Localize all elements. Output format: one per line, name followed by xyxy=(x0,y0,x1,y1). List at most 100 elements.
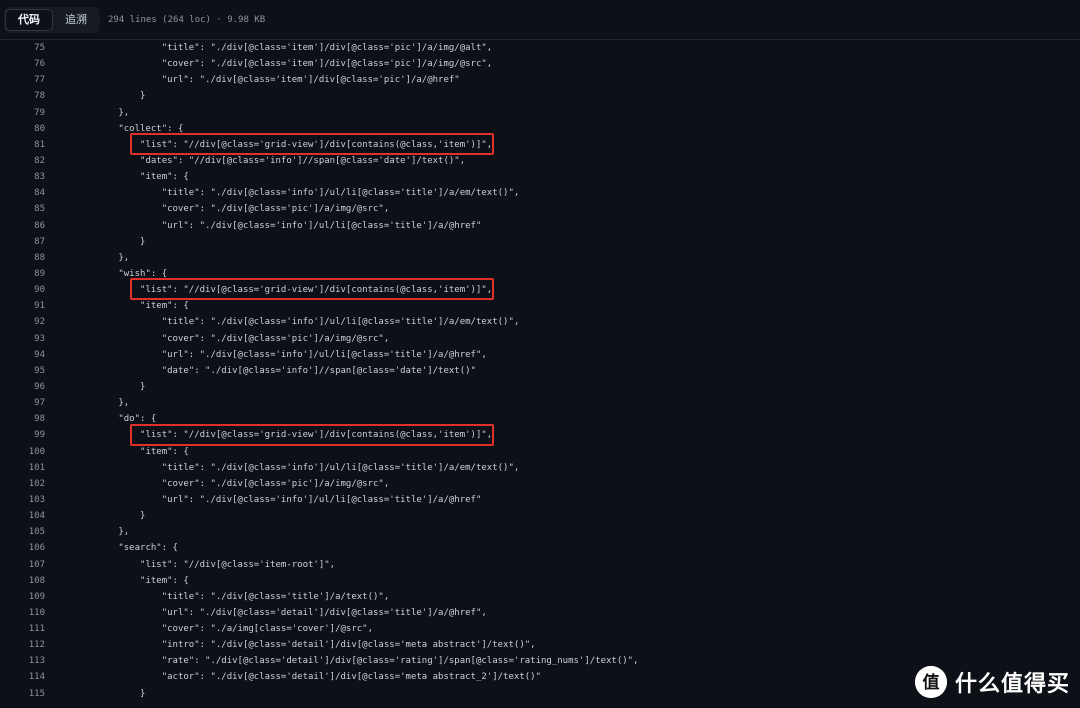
line-source: "do": { xyxy=(75,414,157,425)
line-number[interactable]: 82 xyxy=(0,153,45,169)
file-toolbar: 代码 追溯 294 lines (264 loc) · 9.98 KB xyxy=(0,0,1080,40)
watermark: 值 什么值得买 xyxy=(914,666,1070,698)
line-source: "cover": "./a/img[class='cover']/@src", xyxy=(75,624,374,635)
line-source: "collect": { xyxy=(75,123,184,134)
code-line: 95 "date": "./div[@class='info']//span[@… xyxy=(0,363,1080,379)
line-source: "actor": "./div[@class='detail']/div[@cl… xyxy=(75,672,541,683)
line-source: "url": "./div[@class='item']/div[@class=… xyxy=(75,75,460,86)
line-source: }, xyxy=(75,252,130,263)
line-number[interactable]: 96 xyxy=(0,379,45,395)
line-number[interactable]: 92 xyxy=(0,314,45,330)
line-number[interactable]: 87 xyxy=(0,234,45,250)
line-number[interactable]: 106 xyxy=(0,540,45,556)
line-number[interactable]: 109 xyxy=(0,589,45,605)
tab-blame[interactable]: 追溯 xyxy=(53,9,99,31)
line-number[interactable]: 102 xyxy=(0,476,45,492)
line-source: "date": "./div[@class='info']//span[@cla… xyxy=(75,365,476,376)
line-number[interactable]: 97 xyxy=(0,395,45,411)
line-number[interactable]: 88 xyxy=(0,250,45,266)
line-source: "list": "//div[@class='grid-view']/div[c… xyxy=(75,285,493,296)
line-number[interactable]: 101 xyxy=(0,460,45,476)
line-source: "cover": "./div[@class='item']/div[@clas… xyxy=(75,59,493,70)
code-line: 112 "intro": "./div[@class='detail']/div… xyxy=(0,637,1080,653)
line-number[interactable]: 90 xyxy=(0,282,45,298)
line-number[interactable]: 83 xyxy=(0,169,45,185)
code-line: 91 "item": { xyxy=(0,298,1080,314)
code-line: 85 "cover": "./div[@class='pic']/a/img/@… xyxy=(0,201,1080,217)
line-number[interactable]: 76 xyxy=(0,56,45,72)
line-source: "item": { xyxy=(75,301,189,312)
code-line: 75 "title": "./div[@class='item']/div[@c… xyxy=(0,40,1080,56)
line-number[interactable]: 89 xyxy=(0,266,45,282)
line-number[interactable]: 86 xyxy=(0,218,45,234)
line-number[interactable]: 103 xyxy=(0,492,45,508)
line-number[interactable]: 94 xyxy=(0,347,45,363)
line-number[interactable]: 115 xyxy=(0,686,45,702)
line-number[interactable]: 105 xyxy=(0,524,45,540)
line-number[interactable]: 79 xyxy=(0,105,45,121)
line-number[interactable]: 111 xyxy=(0,621,45,637)
line-number[interactable]: 91 xyxy=(0,298,45,314)
line-number[interactable]: 80 xyxy=(0,121,45,137)
line-source: "url": "./div[@class='info']/ul/li[@clas… xyxy=(75,349,487,360)
code-line: 98 "do": { xyxy=(0,411,1080,427)
line-source: "title": "./div[@class='info']/ul/li[@cl… xyxy=(75,188,520,199)
line-source: "item": { xyxy=(75,172,189,183)
line-number[interactable]: 100 xyxy=(0,444,45,460)
line-source: "cover": "./div[@class='pic']/a/img/@src… xyxy=(75,333,390,344)
line-source: "item": { xyxy=(75,575,189,586)
code-line: 77 "url": "./div[@class='item']/div[@cla… xyxy=(0,72,1080,88)
line-number[interactable]: 81 xyxy=(0,137,45,153)
line-number[interactable]: 113 xyxy=(0,653,45,669)
code-line: 84 "title": "./div[@class='info']/ul/li[… xyxy=(0,185,1080,201)
code-line: 105 }, xyxy=(0,524,1080,540)
line-number[interactable]: 108 xyxy=(0,573,45,589)
line-number[interactable]: 104 xyxy=(0,508,45,524)
line-source: } xyxy=(75,236,146,247)
code-line: 78 } xyxy=(0,88,1080,104)
line-source: "list": "//div[@class='grid-view']/div[c… xyxy=(75,430,493,441)
tab-code[interactable]: 代码 xyxy=(5,8,53,31)
file-info: 294 lines (264 loc) · 9.98 KB xyxy=(108,14,266,25)
line-number[interactable]: 75 xyxy=(0,40,45,56)
line-source: "rate": "./div[@class='detail']/div[@cla… xyxy=(75,656,639,667)
code-line: 92 "title": "./div[@class='info']/ul/li[… xyxy=(0,314,1080,330)
line-source: "title": "./div[@class='item']/div[@clas… xyxy=(75,43,493,53)
code-line: 79 }, xyxy=(0,105,1080,121)
view-tabs: 代码 追溯 xyxy=(4,6,100,33)
code-line: 86 "url": "./div[@class='info']/ul/li[@c… xyxy=(0,218,1080,234)
code-line: 104 } xyxy=(0,508,1080,524)
line-source: "intro": "./div[@class='detail']/div[@cl… xyxy=(75,640,536,651)
line-source: "url": "./div[@class='info']/ul/li[@clas… xyxy=(75,494,482,505)
line-source: }, xyxy=(75,527,130,538)
code-line: 82 "dates": "//div[@class='info']//span[… xyxy=(0,153,1080,169)
line-number[interactable]: 93 xyxy=(0,331,45,347)
line-number[interactable]: 78 xyxy=(0,88,45,104)
code-line: 89 "wish": { xyxy=(0,266,1080,282)
code-line: 76 "cover": "./div[@class='item']/div[@c… xyxy=(0,56,1080,72)
code-line: 106 "search": { xyxy=(0,540,1080,556)
code-line: 101 "title": "./div[@class='info']/ul/li… xyxy=(0,460,1080,476)
line-source: "title": "./div[@class='info']/ul/li[@cl… xyxy=(75,317,520,328)
line-source: }, xyxy=(75,107,130,118)
line-number[interactable]: 77 xyxy=(0,72,45,88)
code-line: 103 "url": "./div[@class='info']/ul/li[@… xyxy=(0,492,1080,508)
line-source: } xyxy=(75,688,146,699)
code-line: 83 "item": { xyxy=(0,169,1080,185)
line-number[interactable]: 112 xyxy=(0,637,45,653)
code-line: 97 }, xyxy=(0,395,1080,411)
line-number[interactable]: 98 xyxy=(0,411,45,427)
line-number[interactable]: 110 xyxy=(0,605,45,621)
code-line: 93 "cover": "./div[@class='pic']/a/img/@… xyxy=(0,331,1080,347)
line-number[interactable]: 114 xyxy=(0,669,45,685)
line-number[interactable]: 107 xyxy=(0,557,45,573)
line-number[interactable]: 99 xyxy=(0,427,45,443)
code-line: 110 "url": "./div[@class='detail']/div[@… xyxy=(0,605,1080,621)
line-number[interactable]: 85 xyxy=(0,201,45,217)
code-line: 88 }, xyxy=(0,250,1080,266)
line-source: "cover": "./div[@class='pic']/a/img/@src… xyxy=(75,204,390,215)
line-source: "wish": { xyxy=(75,268,168,279)
line-number[interactable]: 95 xyxy=(0,363,45,379)
line-source: "cover": "./div[@class='pic']/a/img/@src… xyxy=(75,478,390,489)
line-number[interactable]: 84 xyxy=(0,185,45,201)
